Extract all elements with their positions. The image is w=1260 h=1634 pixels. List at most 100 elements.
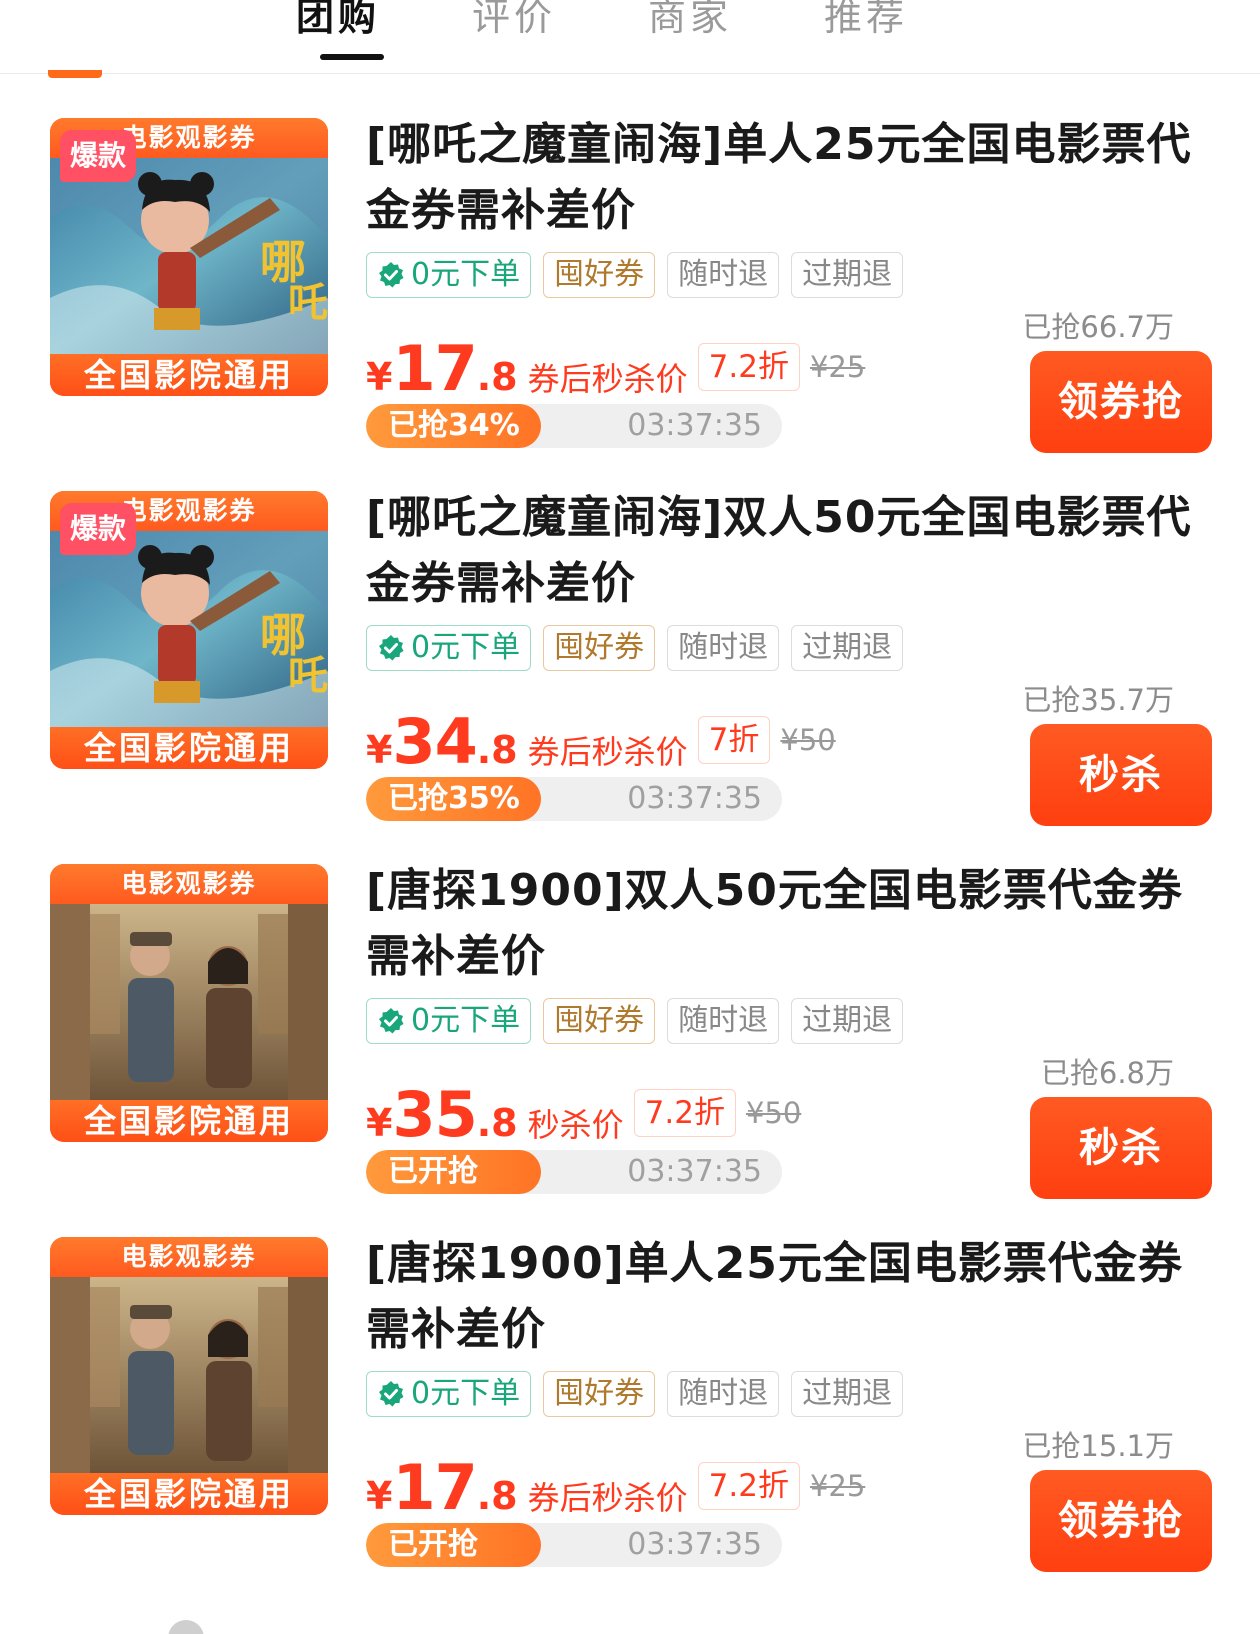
price-integer: 34 xyxy=(392,705,477,778)
currency-symbol: ¥ xyxy=(366,1474,393,1518)
tag-refund-anytime: 随时退 xyxy=(667,998,780,1044)
deal-title[interactable]: [哪吒之魔童闹海]单人25元全国电影票代金券需补差价 xyxy=(366,112,1206,244)
tag-row: 0元下单 囤好券 随时退 过期退 xyxy=(366,1371,904,1417)
deal-thumbnail[interactable]: 电影观影券 哪 吒 全国影院通用 爆款 xyxy=(50,118,328,396)
verified-check-icon xyxy=(379,262,404,288)
progress-text: 已抢35% xyxy=(388,781,520,816)
tag-row: 0元下单 囤好券 随时退 过期退 xyxy=(366,998,904,1044)
deal-card-2[interactable]: 电影观影券 哪 吒 全国影院通用 爆款 [哪吒之魔童闹海]双人50元全国电影票代… xyxy=(0,491,1260,879)
price-row: ¥ 34 .8 券后秒杀价 7折 ¥50 xyxy=(366,705,836,778)
currency-symbol: ¥ xyxy=(366,728,393,772)
sold-count: 已抢35.7万 xyxy=(1022,683,1174,717)
tag-refund-expired: 过期退 xyxy=(791,998,904,1044)
price-integer: 35 xyxy=(392,1078,477,1151)
tag-zero-order: 0元下单 xyxy=(366,625,532,671)
hot-badge: 爆款 xyxy=(60,130,136,182)
movie-poster: 哪 吒 xyxy=(50,158,328,354)
original-price: ¥25 xyxy=(809,1469,866,1503)
progress-text: 已开抢 xyxy=(388,1527,478,1562)
section-marker xyxy=(48,70,102,78)
tag-zero-order: 0元下单 xyxy=(366,1371,532,1417)
sales-progress-bar: 已抢35% 03:37:35 xyxy=(366,777,782,821)
movie-poster: 哪 吒 xyxy=(50,531,328,727)
tab-recommend[interactable]: 推荐 xyxy=(824,0,908,41)
discount-badge: 7.2折 xyxy=(697,1462,800,1510)
discount-badge: 7.2折 xyxy=(697,343,800,391)
tab-bar: 团购 评价 商家 推荐 xyxy=(0,0,1260,74)
price-label: 券后秒杀价 xyxy=(527,1479,688,1517)
tag-stock-up: 囤好券 xyxy=(543,998,656,1044)
thumb-top-banner: 电影观影券 xyxy=(50,1237,328,1277)
deal-thumbnail[interactable]: 电影观影券 全国影院通用 xyxy=(50,1237,328,1515)
thumb-bottom-banner: 全国影院通用 xyxy=(50,1473,328,1515)
original-price: ¥25 xyxy=(809,350,866,384)
deal-title[interactable]: [唐探1900]双人50元全国电影票代金券需补差价 xyxy=(366,858,1206,990)
currency-symbol: ¥ xyxy=(366,1101,393,1145)
price-integer: 17 xyxy=(392,332,477,405)
buy-button[interactable]: 领券抢 xyxy=(1030,351,1212,453)
tag-label: 0元下单 xyxy=(411,1003,521,1038)
sales-progress-bar: 已开抢 03:37:35 xyxy=(366,1150,782,1194)
discount-badge: 7.2折 xyxy=(633,1089,736,1137)
tag-stock-up: 囤好券 xyxy=(543,252,656,298)
hot-badge: 爆款 xyxy=(60,503,136,555)
price-label: 券后秒杀价 xyxy=(527,733,688,771)
deal-title[interactable]: [哪吒之魔童闹海]双人50元全国电影票代金券需补差价 xyxy=(366,485,1206,617)
original-price: ¥50 xyxy=(780,723,836,757)
sold-count: 已抢66.7万 xyxy=(1022,310,1174,344)
tag-refund-anytime: 随时退 xyxy=(667,252,780,298)
discount-badge: 7折 xyxy=(697,716,771,764)
price-decimal: .8 xyxy=(476,728,518,772)
price-integer: 17 xyxy=(392,1451,477,1524)
movie-poster xyxy=(50,1277,328,1473)
svg-text:吒: 吒 xyxy=(288,280,328,326)
tag-refund-expired: 过期退 xyxy=(791,625,904,671)
tag-label: 0元下单 xyxy=(411,257,521,292)
buy-button[interactable]: 秒杀 xyxy=(1030,724,1212,826)
deal-card-3[interactable]: 电影观影券 全国影院通用 [唐探1900]双人50元全国电影票代金券需补差价 0… xyxy=(0,864,1260,1252)
thumb-bottom-banner: 全国影院通用 xyxy=(50,727,328,769)
svg-text:吒: 吒 xyxy=(288,653,328,699)
price-decimal: .8 xyxy=(476,355,518,399)
thumb-bottom-banner: 全国影院通用 xyxy=(50,1100,328,1142)
verified-check-icon xyxy=(379,1008,404,1034)
verified-check-icon xyxy=(379,1381,404,1407)
price-decimal: .8 xyxy=(476,1474,518,1518)
price-row: ¥ 35 .8 秒杀价 7.2折 ¥50 xyxy=(366,1078,802,1151)
tag-refund-anytime: 随时退 xyxy=(667,625,780,671)
tag-stock-up: 囤好券 xyxy=(543,1371,656,1417)
deal-thumbnail[interactable]: 电影观影券 哪 吒 全国影院通用 爆款 xyxy=(50,491,328,769)
deal-card-4[interactable]: 电影观影券 全国影院通用 [唐探1900]单人25元全国电影票代金券需补差价 0… xyxy=(0,1237,1260,1625)
price-row: ¥ 17 .8 券后秒杀价 7.2折 ¥25 xyxy=(366,332,866,405)
price-row: ¥ 17 .8 券后秒杀价 7.2折 ¥25 xyxy=(366,1451,866,1524)
thumb-bottom-banner: 全国影院通用 xyxy=(50,354,328,396)
tag-label: 0元下单 xyxy=(411,630,521,665)
tag-row: 0元下单 囤好券 随时退 过期退 xyxy=(366,625,904,671)
tab-reviews[interactable]: 评价 xyxy=(472,0,556,41)
tab-merchant[interactable]: 商家 xyxy=(648,0,732,41)
price-label: 秒杀价 xyxy=(527,1106,624,1144)
countdown-timer: 03:37:35 xyxy=(627,1154,762,1189)
tag-refund-anytime: 随时退 xyxy=(667,1371,780,1417)
movie-poster xyxy=(50,904,328,1100)
tag-label: 0元下单 xyxy=(411,1376,521,1411)
buy-button[interactable]: 秒杀 xyxy=(1030,1097,1212,1199)
tag-refund-expired: 过期退 xyxy=(791,252,904,298)
sold-count: 已抢6.8万 xyxy=(1040,1056,1174,1090)
tag-zero-order: 0元下单 xyxy=(366,252,532,298)
countdown-timer: 03:37:35 xyxy=(627,408,762,443)
verified-check-icon xyxy=(379,635,404,661)
tag-zero-order: 0元下单 xyxy=(366,998,532,1044)
tab-group-buy[interactable]: 团购 xyxy=(296,0,380,41)
countdown-timer: 03:37:35 xyxy=(627,1527,762,1562)
deal-card-1[interactable]: 电影观影券 哪 吒 全国影院通用 爆款 [哪吒之魔童闹海]单人25元全国电影票代… xyxy=(0,118,1260,506)
deal-title[interactable]: [唐探1900]单人25元全国电影票代金券需补差价 xyxy=(366,1231,1206,1363)
price-decimal: .8 xyxy=(476,1101,518,1145)
tag-stock-up: 囤好券 xyxy=(543,625,656,671)
tag-row: 0元下单 囤好券 随时退 过期退 xyxy=(366,252,904,298)
progress-text: 已抢34% xyxy=(388,408,520,443)
buy-button[interactable]: 领券抢 xyxy=(1030,1470,1212,1572)
thumb-top-banner: 电影观影券 xyxy=(50,864,328,904)
deal-thumbnail[interactable]: 电影观影券 全国影院通用 xyxy=(50,864,328,1142)
original-price: ¥50 xyxy=(745,1096,802,1130)
